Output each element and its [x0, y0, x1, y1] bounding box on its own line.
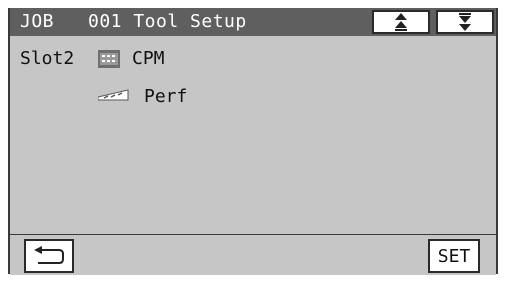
tool-label-cpm: CPM — [132, 48, 165, 69]
header-bar: JOB 001 Tool Setup — [10, 8, 496, 36]
page-title: 001 Tool Setup — [88, 11, 247, 32]
set-button[interactable]: SET — [428, 239, 480, 273]
perf-tool-icon — [98, 89, 129, 101]
scroll-up-button[interactable] — [372, 10, 430, 34]
double-up-arrow-icon — [395, 13, 407, 31]
slot-label: Slot2 — [20, 48, 75, 69]
job-label: JOB — [20, 11, 55, 32]
back-return-icon — [34, 246, 64, 264]
cpm-tool-icon — [98, 50, 120, 68]
double-down-arrow-icon — [459, 13, 471, 31]
lcd-screen: JOB 001 Tool Setup Slot2 CPM Perf SET — [8, 8, 498, 275]
tool-label-perf: Perf — [144, 86, 188, 107]
back-button[interactable] — [24, 239, 74, 273]
footer-bar: SET — [10, 234, 496, 275]
scroll-down-button[interactable] — [436, 10, 494, 34]
